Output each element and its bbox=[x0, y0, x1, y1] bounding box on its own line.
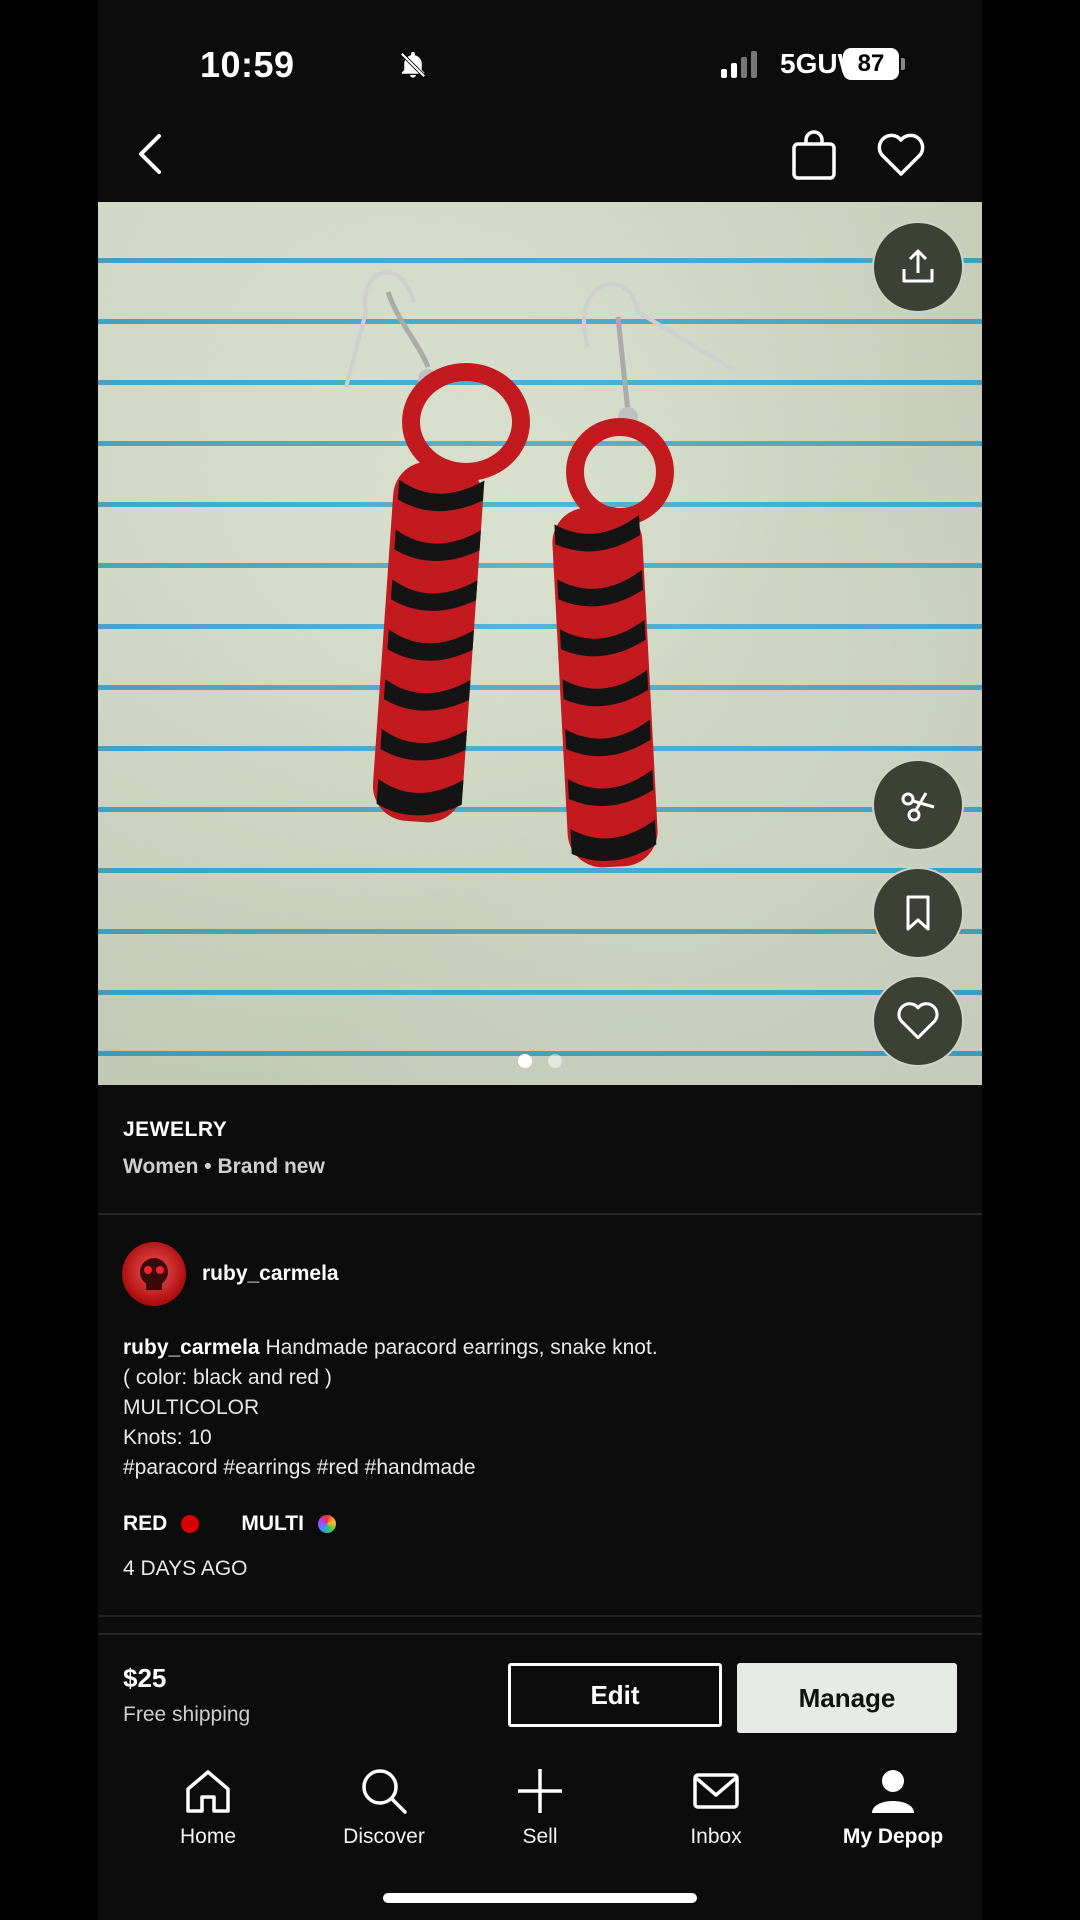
shopping-bag-icon[interactable] bbox=[790, 130, 838, 187]
profile-icon bbox=[818, 1763, 968, 1819]
product-image[interactable] bbox=[98, 202, 982, 1085]
pager-dot[interactable] bbox=[518, 1054, 532, 1068]
pager-dot[interactable] bbox=[548, 1054, 562, 1068]
tab-label: My Depop bbox=[842, 1825, 944, 1848]
tab-label: Home bbox=[179, 1825, 237, 1848]
color-tag-red: RED bbox=[123, 1512, 200, 1536]
bookmark-icon bbox=[906, 895, 930, 931]
silent-bell-icon bbox=[398, 50, 428, 85]
bottom-tab-bar: Home Discover Sell Inbox My Depop bbox=[98, 1753, 982, 1863]
tab-inbox[interactable]: Inbox bbox=[641, 1763, 791, 1849]
tab-label: Inbox bbox=[690, 1825, 742, 1848]
status-time: 10:59 bbox=[200, 44, 295, 85]
shipping-info: Free shipping bbox=[123, 1703, 251, 1726]
description-line: Knots: 10 bbox=[123, 1426, 212, 1449]
color-tags: RED MULTI bbox=[123, 1512, 378, 1536]
color-swatch bbox=[181, 1515, 200, 1533]
tab-label: Sell bbox=[522, 1825, 558, 1848]
color-label: RED bbox=[123, 1512, 168, 1535]
top-nav bbox=[98, 110, 982, 200]
tab-home[interactable]: Home bbox=[133, 1763, 283, 1849]
purchase-bar: $25 Free shipping Edit Manage bbox=[98, 1633, 982, 1755]
listing-description: ruby_carmela Handmade paracord earrings,… bbox=[123, 1333, 943, 1483]
battery-icon bbox=[901, 58, 905, 70]
divider bbox=[98, 1615, 982, 1617]
description-username[interactable]: ruby_carmela bbox=[123, 1336, 260, 1359]
seller-username[interactable]: ruby_carmela bbox=[202, 1262, 339, 1286]
hashtags[interactable]: #paracord #earrings #red #handmade bbox=[123, 1453, 943, 1483]
home-icon bbox=[133, 1763, 283, 1819]
signal-strength-icon bbox=[721, 50, 757, 78]
earrings-illustration bbox=[344, 270, 736, 868]
image-pager bbox=[98, 1054, 982, 1068]
cut-out-button[interactable] bbox=[872, 759, 964, 851]
heart-icon bbox=[897, 1002, 939, 1040]
back-icon[interactable] bbox=[133, 130, 167, 183]
manage-button[interactable]: Manage bbox=[737, 1663, 957, 1733]
price: $25 bbox=[123, 1663, 167, 1693]
description-line: ( color: black and red ) bbox=[123, 1366, 332, 1389]
description-line: MULTICOLOR bbox=[123, 1396, 260, 1419]
description-line: Handmade paracord earrings, snake knot. bbox=[265, 1336, 658, 1359]
mail-icon bbox=[641, 1763, 791, 1819]
tab-label: Discover bbox=[343, 1825, 425, 1848]
tab-discover[interactable]: Discover bbox=[309, 1763, 459, 1849]
color-swatch bbox=[317, 1515, 336, 1533]
avatar[interactable] bbox=[122, 1242, 186, 1306]
tab-sell[interactable]: Sell bbox=[465, 1763, 615, 1849]
color-tag-multi: MULTI bbox=[241, 1512, 336, 1536]
listing-subinfo: Women • Brand new bbox=[123, 1155, 325, 1178]
edit-button[interactable]: Edit bbox=[508, 1663, 722, 1727]
home-indicator[interactable] bbox=[383, 1893, 697, 1903]
listing-category[interactable]: JEWELRY bbox=[123, 1118, 227, 1142]
heart-icon[interactable] bbox=[876, 132, 926, 183]
posted-time: 4 DAYS AGO bbox=[123, 1557, 248, 1580]
color-label: MULTI bbox=[241, 1512, 304, 1535]
battery-level: 87 bbox=[843, 48, 899, 80]
share-icon bbox=[902, 249, 934, 283]
divider bbox=[98, 1213, 982, 1215]
share-button[interactable] bbox=[872, 221, 964, 313]
save-button[interactable] bbox=[872, 867, 964, 959]
plus-icon bbox=[465, 1763, 615, 1819]
search-icon bbox=[309, 1763, 459, 1819]
tab-my-depop[interactable]: My Depop bbox=[818, 1763, 968, 1849]
scissors-icon bbox=[901, 792, 935, 822]
